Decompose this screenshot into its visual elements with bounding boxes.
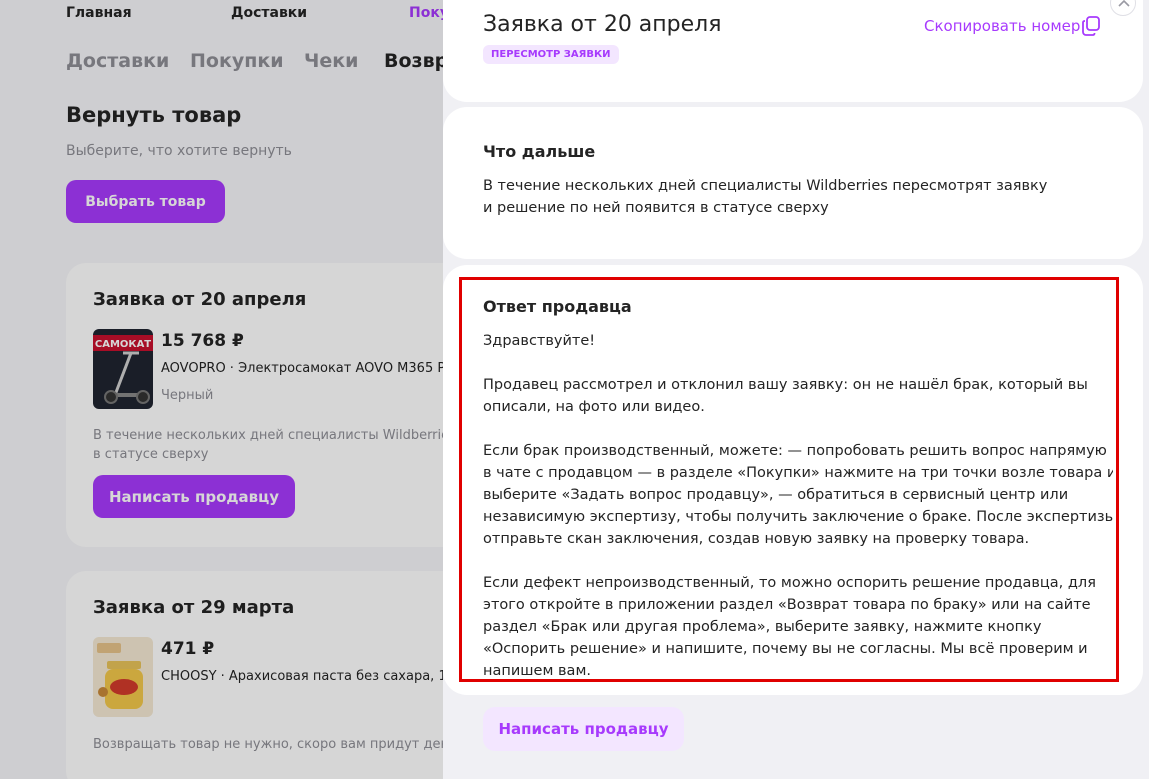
drawer-title: Заявка от 20 апреля xyxy=(483,12,722,37)
copy-number-link[interactable]: Скопировать номер xyxy=(924,17,1080,35)
seller-paragraph: Здравствуйте! xyxy=(483,330,1113,352)
seller-paragraph: Продавец рассмотрел и отклонил вашу заяв… xyxy=(483,374,1113,418)
next-steps-title: Что дальше xyxy=(483,142,596,161)
seller-paragraph: Если дефект непроизводственный, то можно… xyxy=(483,572,1113,678)
seller-line: раздел «Брак или другая проблема», выбер… xyxy=(483,619,1042,635)
overlay-dim[interactable] xyxy=(0,0,443,779)
seller-line: независимую экспертизу, чтобы получить з… xyxy=(483,509,1113,525)
write-seller-button[interactable]: Написать продавцу xyxy=(483,707,684,751)
seller-line: Если брак производственный, можете: — по… xyxy=(483,443,1107,459)
seller-line: этого откройте в приложении раздел «Возв… xyxy=(483,597,1091,613)
seller-line: описали, на фото или видео. xyxy=(483,399,705,415)
copy-icon[interactable] xyxy=(1082,16,1100,36)
next-steps-text: В течение нескольких дней специалисты Wi… xyxy=(483,175,1047,219)
seller-line: в чате с продавцом — в разделе «Покупки»… xyxy=(483,465,1113,481)
close-icon[interactable] xyxy=(1110,0,1136,16)
seller-line: Если дефект непроизводственный, то можно… xyxy=(483,575,1096,591)
seller-paragraph: Если брак производственный, можете: — по… xyxy=(483,440,1113,550)
seller-line: напишем вам. xyxy=(483,663,591,678)
next-steps-line: В течение нескольких дней специалисты Wi… xyxy=(483,178,1048,194)
seller-line: Продавец рассмотрел и отклонил вашу заяв… xyxy=(483,377,1088,393)
next-steps-line: и решение по ней появится в статусе свер… xyxy=(483,200,829,216)
seller-line: «Оспорить решение» и напишите, почему вы… xyxy=(483,641,1088,657)
seller-answer-title: Ответ продавца xyxy=(483,297,632,316)
seller-line: выберите «Задать вопрос продавцу», — обр… xyxy=(483,487,1069,503)
seller-line: отправьте скан заключения, создав новую … xyxy=(483,531,1030,547)
seller-answer-text[interactable]: Здравствуйте! Продавец рассмотрел и откл… xyxy=(483,330,1113,678)
status-badge: ПЕРЕСМОТР ЗАЯВКИ xyxy=(483,45,619,64)
seller-line: Здравствуйте! xyxy=(483,333,596,349)
